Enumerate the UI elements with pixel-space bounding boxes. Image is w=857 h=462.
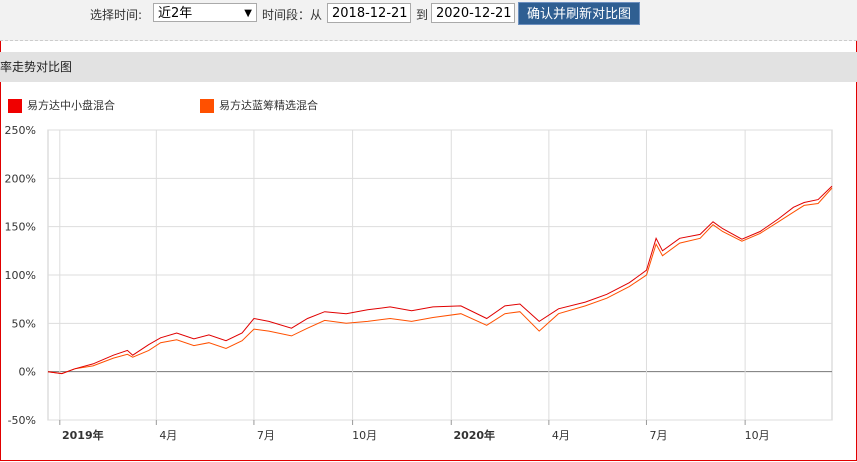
series-line-0	[47, 185, 833, 375]
y-tick-label: 100%	[5, 269, 36, 282]
y-tick-label: 50%	[12, 317, 36, 330]
x-tick-label: 7月	[257, 429, 275, 442]
y-tick-label: 0%	[19, 366, 36, 379]
x-tick-label: 2020年	[453, 428, 495, 442]
x-tick-label: 4月	[159, 429, 177, 442]
x-tick-label: 10月	[745, 429, 770, 442]
x-tick-label: 2019年	[62, 428, 104, 442]
y-tick-label: 200%	[5, 172, 36, 185]
y-tick-label: 250%	[5, 124, 36, 137]
x-tick-label: 10月	[352, 429, 377, 442]
y-tick-label: 150%	[5, 221, 36, 234]
y-tick-label: -50%	[8, 414, 36, 427]
x-tick-label: 7月	[649, 429, 667, 442]
x-tick-label: 4月	[552, 429, 570, 442]
chart: -50% 0% 50% 100% 150% 200% 250% 2019年 4月 7月 10月 202…	[5, 124, 833, 442]
series-line-1	[47, 187, 833, 375]
